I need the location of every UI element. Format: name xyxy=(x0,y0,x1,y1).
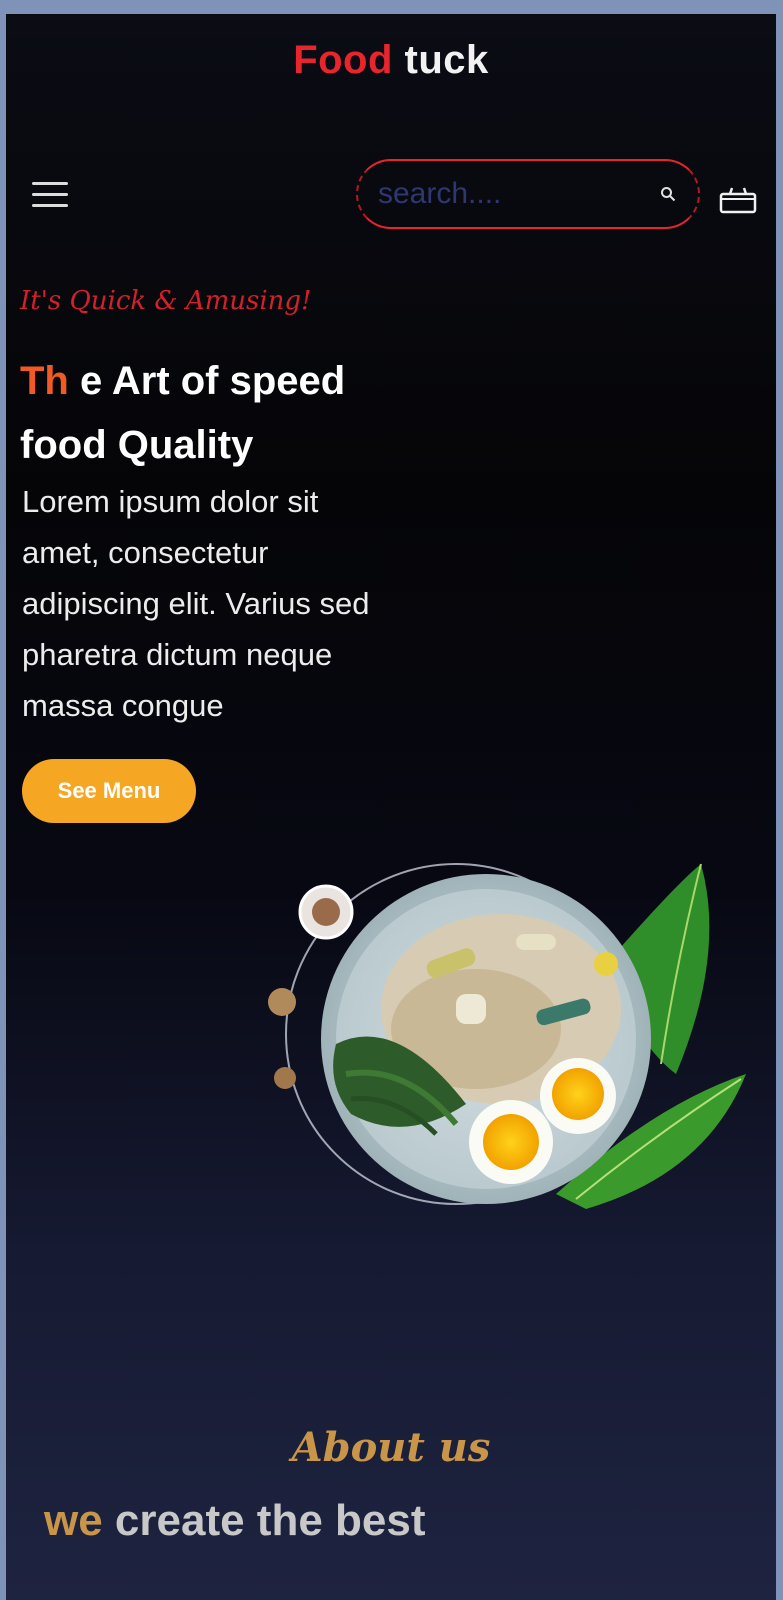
about-heading-word1: we xyxy=(44,1496,103,1545)
thumbnail-dish-3 xyxy=(274,1067,296,1089)
food-plate-image xyxy=(268,863,746,1209)
headline-accent: Th xyxy=(20,359,69,403)
search-input[interactable] xyxy=(376,173,650,215)
shopping-basket-icon[interactable] xyxy=(718,182,758,216)
headline-line1: e Art of speed xyxy=(68,359,346,403)
hero-headline: Th e Art of speed food Quality xyxy=(20,349,400,477)
brand-name-part1: Food xyxy=(293,38,393,82)
see-menu-button[interactable]: See Menu xyxy=(22,759,196,823)
mobile-screen: Food tuck It's Quick & Amusing! Th e Art… xyxy=(6,14,776,1600)
hero-tagline: It's Quick & Amusing! xyxy=(20,286,312,316)
about-heading-rest: create the best xyxy=(102,1496,426,1545)
about-script-title: About us xyxy=(291,1424,491,1471)
search-bar xyxy=(356,159,700,229)
thumbnail-dish-2 xyxy=(268,988,296,1016)
brand-logo[interactable]: Food tuck xyxy=(6,38,776,83)
brand-name-part2: tuck xyxy=(404,38,489,82)
about-heading: we create the best xyxy=(44,1496,426,1546)
hamburger-menu-icon[interactable] xyxy=(32,182,68,212)
search-icon[interactable] xyxy=(660,186,676,202)
headline-line2: food Quality xyxy=(20,423,254,467)
hero-description: Lorem ipsum dolor sit amet, consectetur … xyxy=(22,484,370,723)
